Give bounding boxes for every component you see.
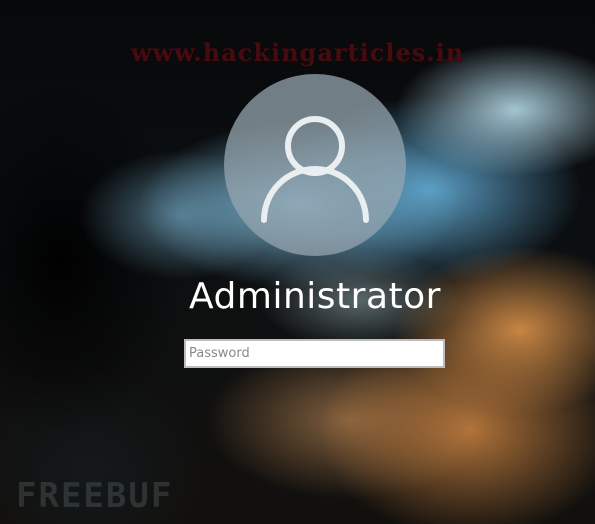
- password-input[interactable]: [186, 341, 443, 366]
- watermark-top: www.hackingarticles.in: [130, 38, 465, 67]
- username-label: Administrator: [189, 276, 441, 317]
- user-avatar: [224, 74, 406, 256]
- login-screen: www.hackingarticles.in Administrator FRE…: [0, 0, 595, 524]
- user-icon: [261, 116, 369, 223]
- watermark-bottom: FREEBUF: [16, 476, 174, 516]
- password-field[interactable]: [184, 339, 445, 368]
